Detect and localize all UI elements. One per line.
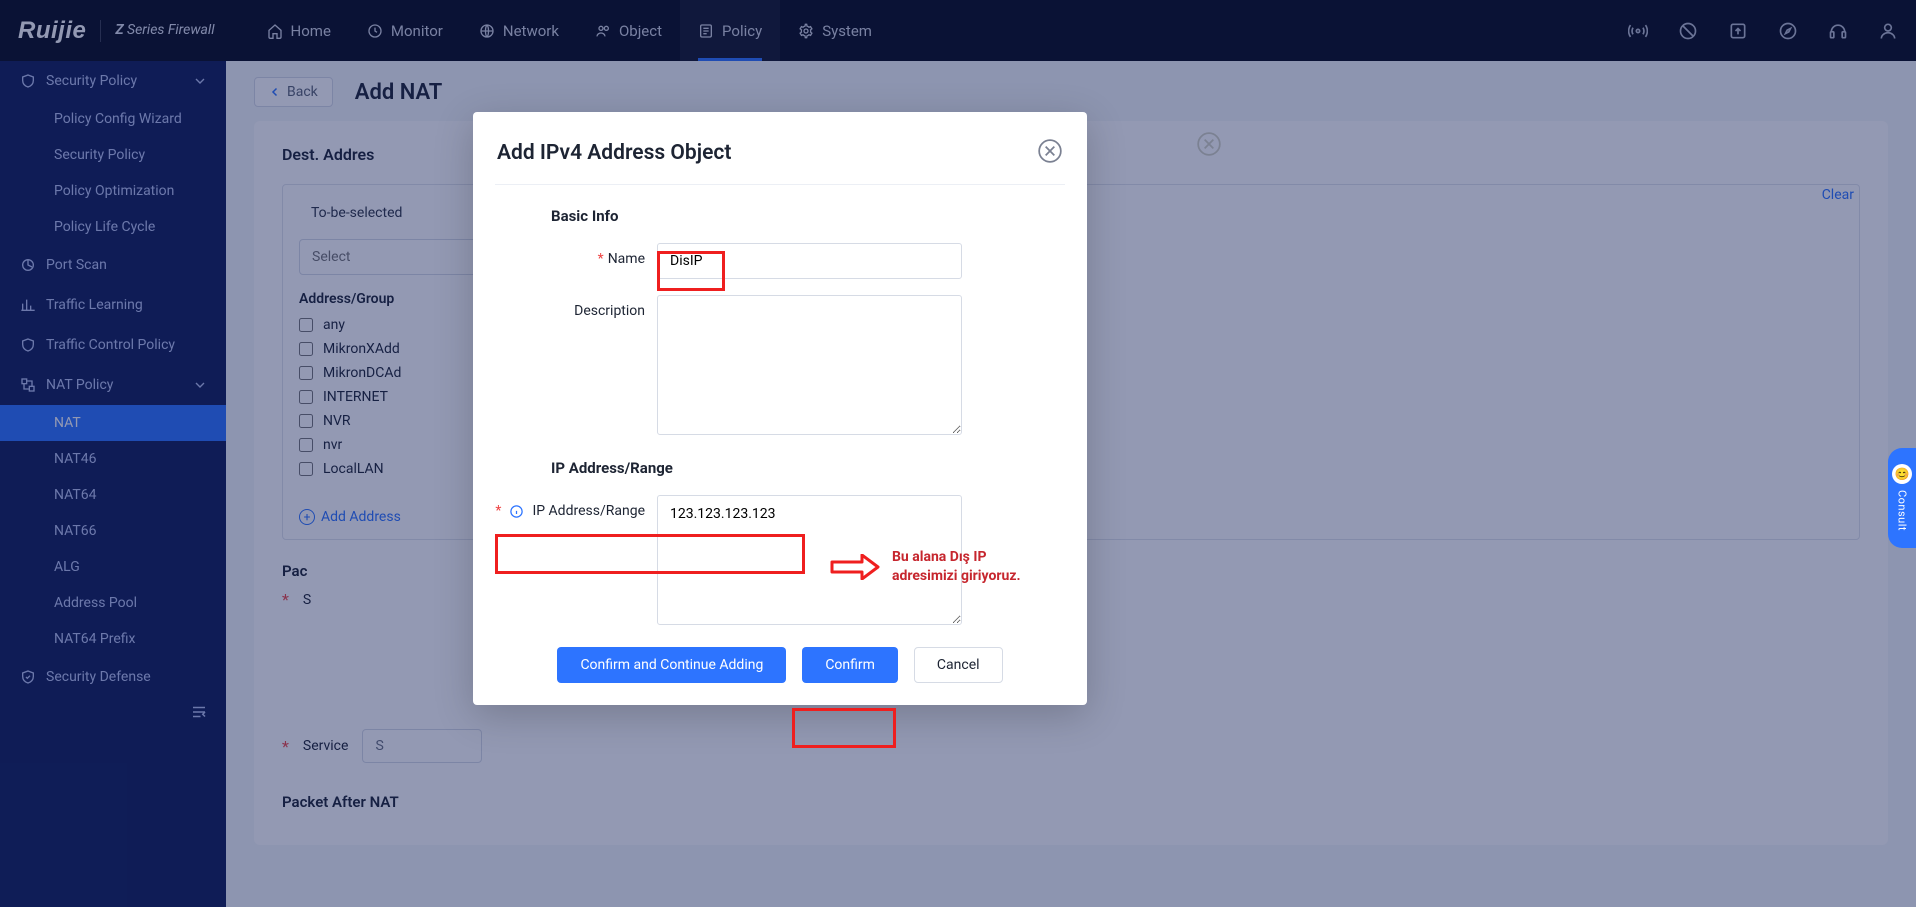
ip-range-label: IP Address/Range: [532, 503, 645, 519]
annotation-text-line: adresimizi giriyoruz.: [892, 567, 1021, 586]
required-indicator: *: [495, 503, 501, 519]
annotation-text: Bu alana Dış IP adresimizi giriyoruz.: [892, 548, 1021, 586]
description-label: Description: [574, 303, 645, 319]
consult-label: Consult: [1896, 490, 1909, 531]
close-icon: [1196, 131, 1222, 157]
name-input[interactable]: [657, 243, 962, 279]
modal-close[interactable]: [1037, 138, 1063, 168]
modal-footer: Confirm and Continue Adding Confirm Canc…: [495, 641, 1065, 683]
prev-dialog-close[interactable]: [1196, 131, 1222, 157]
description-input[interactable]: [657, 295, 962, 435]
info-icon[interactable]: [509, 504, 524, 519]
confirm-button[interactable]: Confirm: [802, 647, 898, 683]
consult-face-icon: 😊: [1892, 464, 1912, 484]
ip-range-heading: IP Address/Range: [551, 459, 1065, 477]
annotation-text-line: Bu alana Dış IP: [892, 548, 1021, 567]
basic-info-heading: Basic Info: [551, 207, 1065, 225]
cancel-button[interactable]: Cancel: [914, 647, 1003, 683]
confirm-continue-button[interactable]: Confirm and Continue Adding: [557, 647, 786, 683]
close-icon: [1037, 138, 1063, 164]
consult-tab[interactable]: 😊 Consult: [1888, 448, 1916, 548]
description-row: Description: [495, 295, 1065, 435]
arrow-icon: [830, 554, 880, 580]
name-label: Name: [608, 251, 645, 267]
annotation-arrow-block: Bu alana Dış IP adresimizi giriyoruz.: [830, 548, 1021, 586]
required-indicator: *: [598, 251, 604, 267]
add-ipv4-address-object-modal: Add IPv4 Address Object Basic Info *Name…: [473, 112, 1087, 705]
name-row: *Name: [495, 243, 1065, 279]
modal-title: Add IPv4 Address Object: [497, 141, 731, 165]
modal-header: Add IPv4 Address Object: [495, 112, 1065, 185]
